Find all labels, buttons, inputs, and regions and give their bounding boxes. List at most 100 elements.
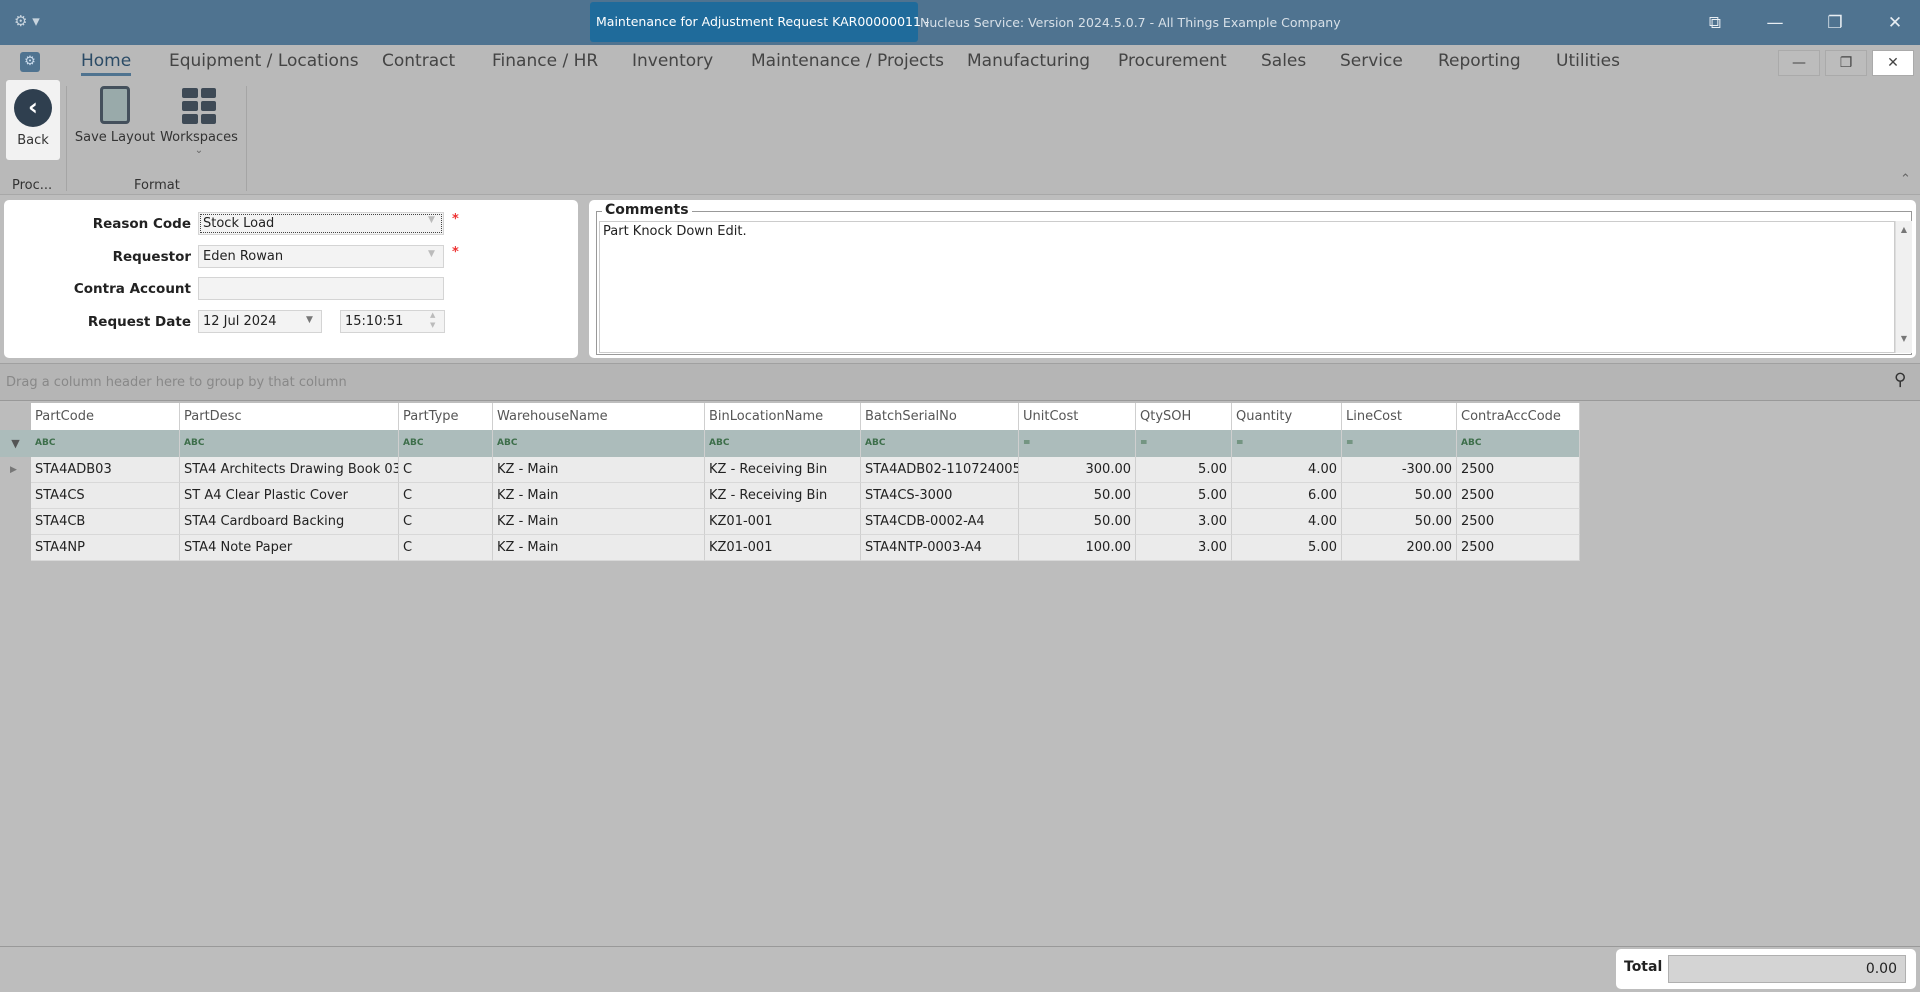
table-cell[interactable]: 50.00	[1019, 509, 1136, 535]
filter-cell-partcode[interactable]: ABC	[31, 430, 180, 457]
table-cell[interactable]: STA4 Architects Drawing Book 03	[180, 457, 399, 483]
table-cell[interactable]: C	[399, 509, 493, 535]
mdi-minimize-button[interactable]: —	[1778, 50, 1820, 76]
table-cell[interactable]: KZ - Main	[493, 509, 705, 535]
table-cell[interactable]: 5.00	[1232, 535, 1342, 561]
table-cell[interactable]: C	[399, 483, 493, 509]
table-cell[interactable]: C	[399, 457, 493, 483]
table-cell[interactable]: STA4CB	[31, 509, 180, 535]
contra-account-input[interactable]	[198, 277, 444, 300]
table-cell[interactable]: 50.00	[1342, 509, 1457, 535]
table-cell[interactable]: 5.00	[1136, 457, 1232, 483]
comments-textarea[interactable]: Part Knock Down Edit.	[599, 221, 1895, 353]
close-window-button[interactable]: ✕	[1880, 8, 1910, 38]
table-cell[interactable]: 50.00	[1019, 483, 1136, 509]
table-cell[interactable]: KZ - Main	[493, 483, 705, 509]
filter-cell-linecost[interactable]: =	[1342, 430, 1457, 457]
table-cell[interactable]: 2500	[1457, 509, 1580, 535]
menu-tab-reporting[interactable]: Reporting	[1438, 51, 1521, 71]
filter-cell-parttype[interactable]: ABC	[399, 430, 493, 457]
pin-icon[interactable]: ⧉	[1700, 8, 1730, 38]
menu-tab-equipment-locations[interactable]: Equipment / Locations	[169, 51, 359, 71]
column-header-warehousename[interactable]: WarehouseName	[493, 403, 705, 430]
table-cell[interactable]: 2500	[1457, 457, 1580, 483]
table-cell[interactable]: 300.00	[1019, 457, 1136, 483]
table-cell[interactable]: STA4CDB-0002-A4	[861, 509, 1019, 535]
save-layout-button[interactable]: Save Layout	[74, 84, 156, 164]
mdi-close-button[interactable]: ✕	[1872, 50, 1914, 76]
chevron-down-icon[interactable]: ▼	[306, 315, 313, 325]
menu-tab-inventory[interactable]: Inventory	[632, 51, 713, 71]
filter-cell-partdesc[interactable]: ABC	[180, 430, 399, 457]
request-date-input[interactable]: 12 Jul 2024	[198, 310, 322, 333]
table-cell[interactable]: KZ - Main	[493, 457, 705, 483]
time-spinner-icon[interactable]: ▲ ▼	[430, 310, 435, 330]
menu-tab-finance-hr[interactable]: Finance / HR	[492, 51, 598, 71]
comments-scrollbar[interactable]: ▲ ▼	[1895, 221, 1912, 353]
table-cell[interactable]: 6.00	[1232, 483, 1342, 509]
column-header-linecost[interactable]: LineCost	[1342, 403, 1457, 430]
table-cell[interactable]: 50.00	[1342, 483, 1457, 509]
search-icon[interactable]: ⚲	[1894, 370, 1906, 390]
table-cell[interactable]: 3.00	[1136, 535, 1232, 561]
table-cell[interactable]: STA4CS-3000	[861, 483, 1019, 509]
table-cell[interactable]: 2500	[1457, 483, 1580, 509]
table-cell[interactable]: 100.00	[1019, 535, 1136, 561]
filter-cell-contraacccode[interactable]: ABC	[1457, 430, 1580, 457]
table-cell[interactable]: STA4NTP-0003-A4	[861, 535, 1019, 561]
table-cell[interactable]: ST A4 Clear Plastic Cover	[180, 483, 399, 509]
menu-tab-manufacturing[interactable]: Manufacturing	[967, 51, 1090, 71]
table-cell[interactable]: STA4 Note Paper	[180, 535, 399, 561]
table-cell[interactable]: KZ01-001	[705, 535, 861, 561]
group-by-panel[interactable]: Drag a column header here to group by th…	[0, 363, 1920, 400]
filter-cell-binlocationname[interactable]: ABC	[705, 430, 861, 457]
table-cell[interactable]: 5.00	[1136, 483, 1232, 509]
table-cell[interactable]: 200.00	[1342, 535, 1457, 561]
column-header-contraacccode[interactable]: ContraAccCode	[1457, 403, 1580, 430]
table-cell[interactable]: 4.00	[1232, 457, 1342, 483]
table-cell[interactable]: STA4NP	[31, 535, 180, 561]
filter-cell-unitcost[interactable]: =	[1019, 430, 1136, 457]
table-cell[interactable]: 4.00	[1232, 509, 1342, 535]
workspaces-button[interactable]: Workspaces ⌄	[160, 84, 238, 164]
filter-cell-qtysoh[interactable]: =	[1136, 430, 1232, 457]
table-cell[interactable]: KZ01-001	[705, 509, 861, 535]
table-cell[interactable]: STA4ADB02-110724005	[861, 457, 1019, 483]
table-cell[interactable]: KZ - Receiving Bin	[705, 457, 861, 483]
filter-cell-quantity[interactable]: =	[1232, 430, 1342, 457]
column-header-batchserialno[interactable]: BatchSerialNo	[861, 403, 1019, 430]
filter-cell-batchserialno[interactable]: ABC	[861, 430, 1019, 457]
menu-tab-procurement[interactable]: Procurement	[1118, 51, 1227, 71]
table-cell[interactable]: STA4CS	[31, 483, 180, 509]
menu-tab-home[interactable]: Home	[81, 51, 132, 76]
menu-tab-contract[interactable]: Contract	[382, 51, 455, 71]
restore-window-button[interactable]: ❐	[1820, 8, 1850, 38]
filter-icon[interactable]: ▼	[0, 430, 31, 457]
mdi-restore-button[interactable]: ❐	[1825, 50, 1867, 76]
column-header-binlocationname[interactable]: BinLocationName	[705, 403, 861, 430]
collapse-ribbon-icon[interactable]: ⌃	[1900, 172, 1911, 187]
chevron-down-icon[interactable]: ▼	[428, 249, 435, 259]
column-header-qtysoh[interactable]: QtySOH	[1136, 403, 1232, 430]
table-cell[interactable]: C	[399, 535, 493, 561]
minimize-window-button[interactable]: —	[1760, 8, 1790, 38]
chevron-down-icon[interactable]: ▼	[428, 215, 435, 225]
table-cell[interactable]: KZ - Main	[493, 535, 705, 561]
back-button[interactable]: ‹ Back	[6, 80, 60, 160]
column-header-partdesc[interactable]: PartDesc	[180, 403, 399, 430]
table-cell[interactable]: STA4 Cardboard Backing	[180, 509, 399, 535]
table-cell[interactable]: 2500	[1457, 535, 1580, 561]
menu-tab-maintenance-projects[interactable]: Maintenance / Projects	[751, 51, 944, 71]
table-cell[interactable]: KZ - Receiving Bin	[705, 483, 861, 509]
column-header-partcode[interactable]: PartCode	[31, 403, 180, 430]
menu-tab-sales[interactable]: Sales	[1261, 51, 1306, 71]
column-header-parttype[interactable]: PartType	[399, 403, 493, 430]
requestor-select[interactable]: Eden Rowan	[198, 245, 444, 268]
app-logo-icon[interactable]: ⚙	[20, 52, 40, 72]
filter-cell-warehousename[interactable]: ABC	[493, 430, 705, 457]
column-header-unitcost[interactable]: UnitCost	[1019, 403, 1136, 430]
table-cell[interactable]: -300.00	[1342, 457, 1457, 483]
menu-tab-service[interactable]: Service	[1340, 51, 1403, 71]
column-header-quantity[interactable]: Quantity	[1232, 403, 1342, 430]
app-menu-gear-icon[interactable]: ⚙ ▾	[14, 12, 40, 30]
